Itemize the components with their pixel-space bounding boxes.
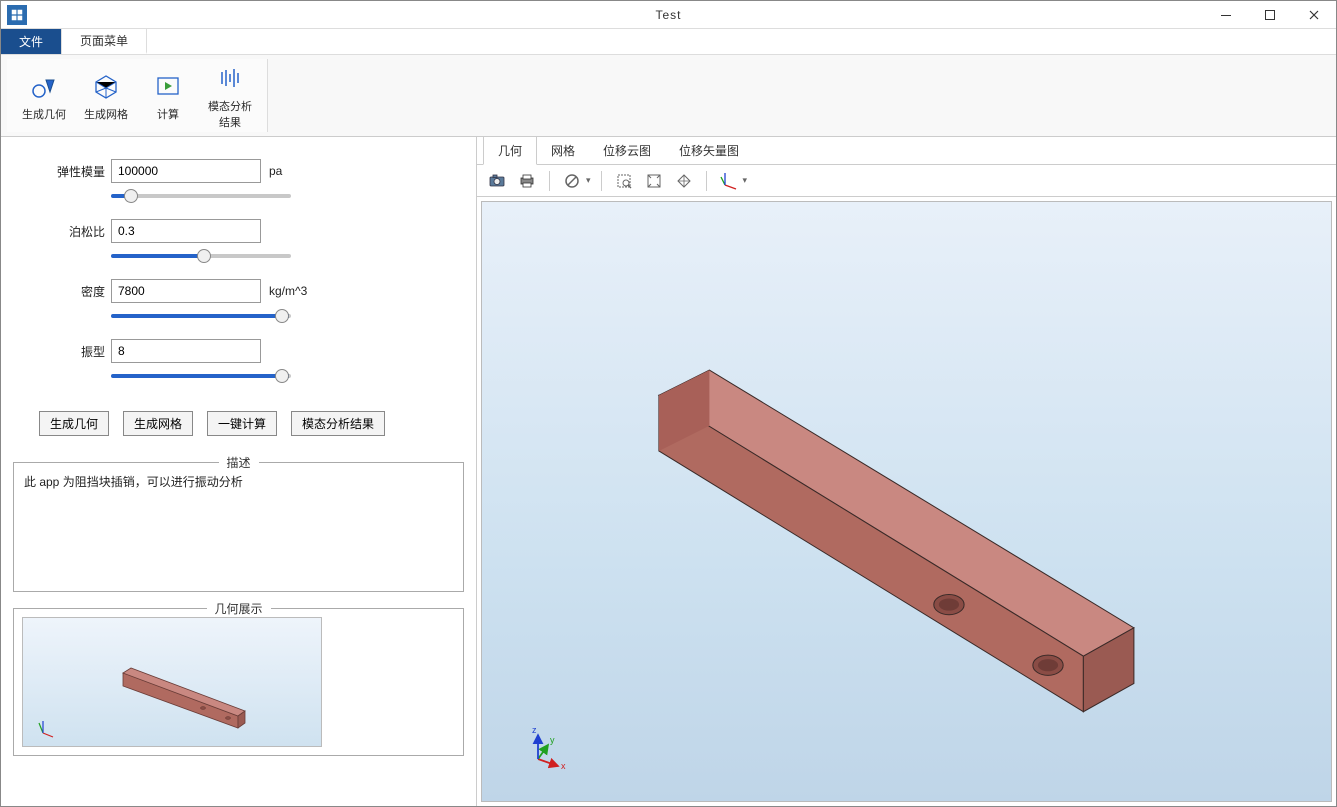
axis-x-label: x [561,761,566,771]
menu-page[interactable]: 页面菜单 [62,29,147,54]
tab-disp-vector[interactable]: 位移矢量图 [665,137,753,164]
param-poisson-slider[interactable] [111,254,291,258]
zoom-selected-icon[interactable] [672,169,696,193]
description-section: 描述 此 app 为阻挡块插销，可以进行振动分析 [13,462,464,592]
ribbon-gen-mesh[interactable]: 生成网格 [79,61,133,130]
ribbon-modal-result[interactable]: 模态分析结果 [203,61,257,130]
geometry-preview-section: 几何展示 [13,608,464,756]
maximize-button[interactable] [1248,1,1292,29]
menu-file[interactable]: 文件 [1,29,62,54]
axis-triad: x y z [526,721,566,761]
zoom-extents-icon[interactable] [642,169,666,193]
titlebar: Test [1,1,1336,29]
print-icon[interactable] [515,169,539,193]
view-toolbar: ▾ ▾ [477,165,1336,197]
axis-triad-icon[interactable] [717,169,741,193]
ribbon-gen-geometry[interactable]: 生成几何 [17,61,71,130]
modal-result-icon [214,62,246,94]
btn-gen-geometry[interactable]: 生成几何 [39,411,109,436]
param-density-slider[interactable] [111,314,291,318]
axis-z-label: z [532,725,537,735]
main-view: 几何 网格 位移云图 位移矢量图 ▾ [477,137,1336,806]
param-density: 密度 kg/m^3 [49,279,428,303]
param-density-label: 密度 [49,283,105,300]
param-elastic-unit: pa [269,164,282,178]
button-row: 生成几何 生成网格 一键计算 模态分析结果 [9,407,468,446]
param-mode-input[interactable] [111,339,261,363]
mesh-icon [90,70,122,102]
reset-icon[interactable] [560,169,584,193]
param-poisson-input[interactable] [111,219,261,243]
close-button[interactable] [1292,1,1336,29]
param-density-unit: kg/m^3 [269,284,307,298]
description-text: 此 app 为阻挡块插销，可以进行振动分析 [24,473,453,492]
ribbon-compute-label: 计算 [157,106,179,122]
sidebar: 弹性模量 pa 泊松比 密度 kg/m^3 振型 生成 [1,137,477,806]
window-controls [1204,1,1336,29]
tab-disp-cloud[interactable]: 位移云图 [589,137,665,164]
param-mode-slider[interactable] [111,374,291,378]
description-legend: 描述 [218,454,258,471]
ribbon-modal-result-label: 模态分析结果 [203,98,257,130]
param-elastic-label: 弹性模量 [49,163,105,180]
param-elastic-input[interactable] [111,159,261,183]
param-elastic: 弹性模量 pa [49,159,428,183]
ribbon-gen-mesh-label: 生成网格 [84,106,128,122]
content: 弹性模量 pa 泊松比 密度 kg/m^3 振型 生成 [1,137,1336,806]
param-elastic-slider[interactable] [111,194,291,198]
ribbon-gen-geometry-label: 生成几何 [22,106,66,122]
geometry-preview-legend: 几何展示 [206,600,270,617]
tab-geometry[interactable]: 几何 [483,136,537,165]
view-tabs: 几何 网格 位移云图 位移矢量图 [477,137,1336,165]
btn-modal-result[interactable]: 模态分析结果 [291,411,385,436]
menubar: 文件 页面菜单 [1,29,1336,55]
canvas-3d[interactable]: x y z [481,201,1332,802]
compute-icon [152,70,184,102]
param-poisson-label: 泊松比 [49,223,105,240]
app-icon [7,5,27,25]
param-density-input[interactable] [111,279,261,303]
axis-y-label: y [550,735,555,745]
param-poisson: 泊松比 [49,219,428,243]
minimize-button[interactable] [1204,1,1248,29]
ribbon: 生成几何 生成网格 计算 [1,55,1336,137]
param-mode: 振型 [49,339,428,363]
geometry-icon [28,70,60,102]
ribbon-group: 生成几何 生成网格 计算 [7,59,268,132]
btn-gen-mesh[interactable]: 生成网格 [123,411,193,436]
window-title: Test [655,8,681,22]
geometry-preview[interactable] [22,617,322,747]
btn-one-click[interactable]: 一键计算 [207,411,277,436]
params-panel: 弹性模量 pa 泊松比 密度 kg/m^3 振型 [9,145,468,407]
ribbon-compute[interactable]: 计算 [141,61,195,130]
tab-mesh[interactable]: 网格 [537,137,589,164]
param-mode-label: 振型 [49,343,105,360]
camera-icon[interactable] [485,169,509,193]
zoom-box-icon[interactable] [612,169,636,193]
